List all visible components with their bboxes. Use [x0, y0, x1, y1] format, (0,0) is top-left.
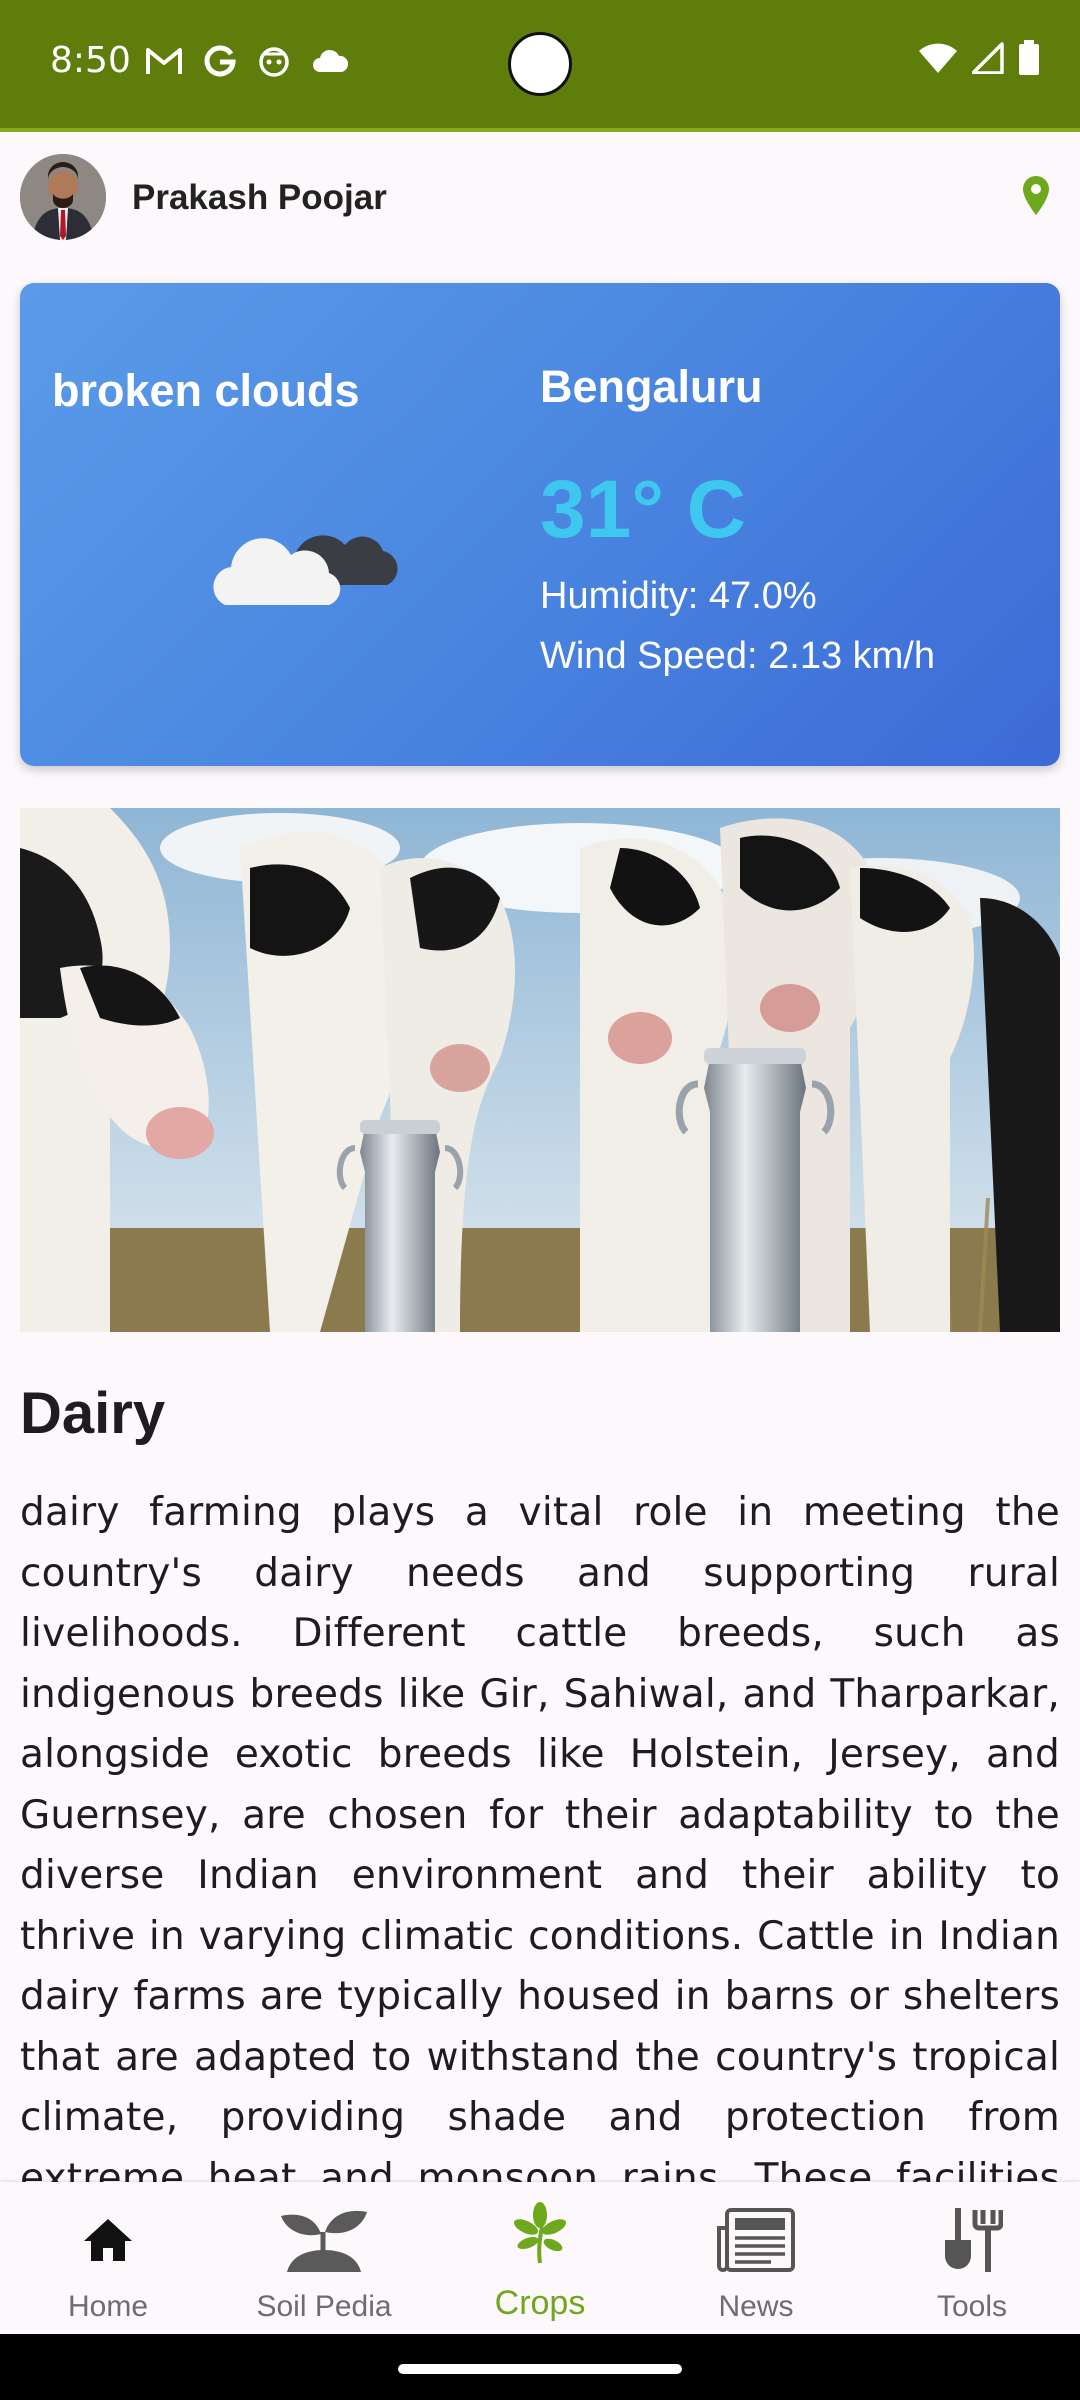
status-bar: 8:50	[0, 0, 1080, 132]
nav-home[interactable]: Home	[0, 2182, 216, 2334]
nav-news-label: News	[718, 2290, 794, 2323]
nav-soil-pedia[interactable]: Soil Pedia	[216, 2182, 432, 2334]
nav-home-label: Home	[67, 2290, 149, 2323]
status-time: 8:50	[50, 40, 131, 81]
weather-wind-speed: Wind Speed: 2.13 km/h	[540, 635, 935, 677]
nav-tools[interactable]: Tools	[864, 2182, 1080, 2334]
nav-crops[interactable]: Crops	[432, 2182, 648, 2334]
location-pin-icon[interactable]	[1016, 174, 1056, 218]
nav-crops-label: Crops	[494, 2284, 586, 2322]
system-icons	[918, 40, 1040, 76]
nav-soil-pedia-label: Soil Pedia	[256, 2290, 392, 2323]
article-body: dairy farming plays a vital role in meet…	[20, 1490, 1060, 2183]
weather-temperature: 31° C	[540, 464, 747, 555]
crops-icon	[513, 2202, 567, 2264]
app-face-icon	[259, 47, 289, 77]
broken-clouds-icon	[213, 535, 398, 605]
weather-city: Bengaluru	[540, 361, 763, 412]
weather-description: broken clouds	[52, 365, 360, 416]
avatar[interactable]	[20, 154, 106, 240]
weather-card: broken clouds Bengaluru 31° C Humidity: …	[20, 283, 1060, 766]
notification-icons	[145, 44, 349, 78]
home-gesture-handle[interactable]	[398, 2364, 682, 2374]
weather-humidity: Humidity: 47.0%	[540, 575, 817, 617]
signal-icon	[972, 42, 1004, 74]
gmail-icon	[146, 48, 182, 74]
profile-header: Prakash Poojar	[0, 132, 1080, 262]
nav-news[interactable]: News	[648, 2182, 864, 2334]
home-icon	[84, 2219, 132, 2261]
article-title: Dairy	[20, 1381, 166, 1446]
dairy-cows-image	[20, 808, 1060, 1332]
bottom-navigation: Home Soil Pedia Crops News Tools	[0, 2182, 1080, 2334]
tools-icon	[945, 2208, 1003, 2272]
username: Prakash Poojar	[132, 178, 387, 217]
sprout-icon	[281, 2210, 367, 2272]
google-icon	[204, 45, 236, 77]
newspaper-icon	[717, 2208, 795, 2272]
cloud-icon	[313, 49, 349, 72]
nav-tools-label: Tools	[936, 2290, 1008, 2323]
wifi-icon	[919, 43, 957, 73]
battery-icon	[1019, 40, 1039, 75]
camera-cutout	[508, 32, 572, 96]
